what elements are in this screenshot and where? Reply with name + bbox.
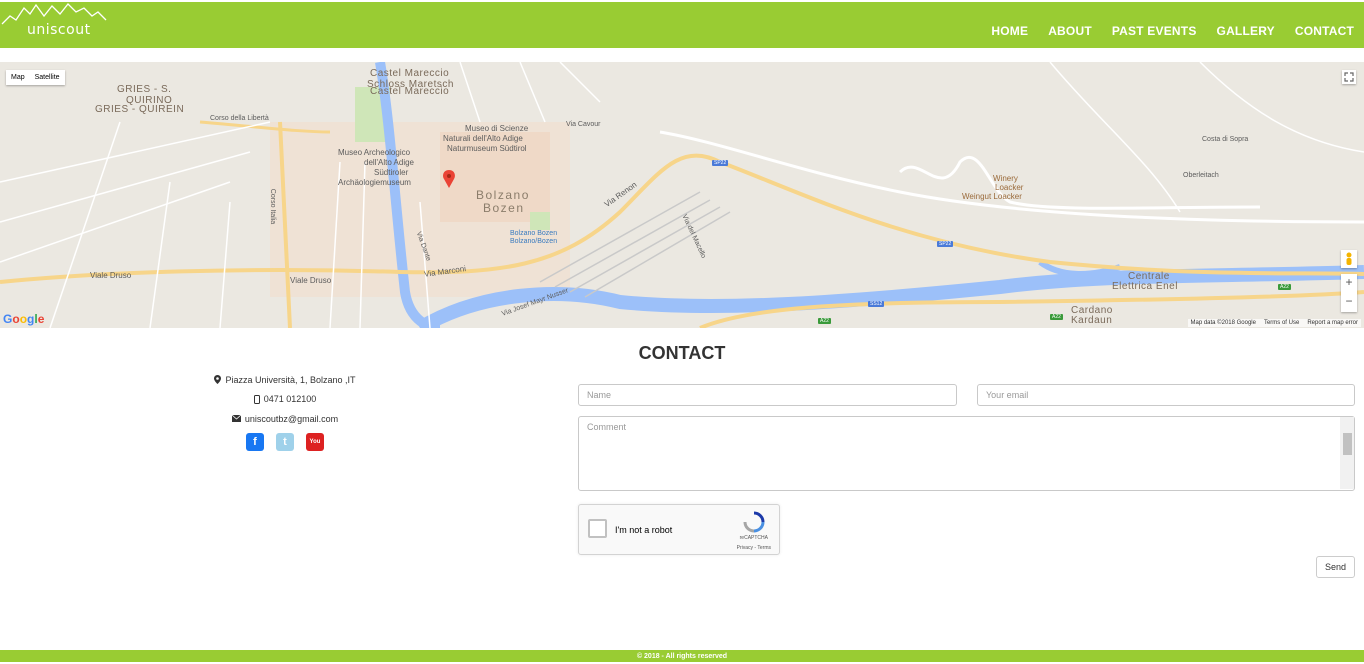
road-badge: A22 xyxy=(818,318,831,324)
youtube-icon[interactable]: You Tube xyxy=(306,432,324,463)
name-input[interactable] xyxy=(578,384,957,406)
envelope-icon xyxy=(231,415,241,423)
phone-line: 0471 012100 xyxy=(180,390,390,410)
mobile-phone-icon xyxy=(253,394,260,404)
road-badge: SP22 xyxy=(937,241,954,247)
map[interactable]: Castel Mareccio Schloss Maretsch Castel … xyxy=(0,62,1364,328)
contact-info: Piazza Università, 1, Bolzano ,IT 0471 0… xyxy=(180,370,390,463)
map-type-control: Map Satellite xyxy=(6,70,65,85)
map-label: Bolzano/Bozen xyxy=(510,238,558,245)
google-logo[interactable]: Google xyxy=(3,312,44,326)
map-type-satellite-button[interactable]: Satellite xyxy=(30,70,65,85)
road-badge: SP22 xyxy=(712,160,729,166)
email-text[interactable]: uniscoutbz@gmail.com xyxy=(245,414,338,424)
road-badge: A22 xyxy=(1050,314,1063,320)
social-links: f t You Tube xyxy=(180,432,390,463)
nav-about[interactable]: ABOUT xyxy=(1048,24,1092,38)
map-label: Museo di Scienze xyxy=(465,124,529,133)
map-label: Viale Druso xyxy=(290,276,332,285)
map-label: Castel Mareccio xyxy=(370,68,450,79)
comment-textarea[interactable] xyxy=(578,416,1355,491)
map-label: Naturmuseum Südtirol xyxy=(447,144,527,153)
contact-title: CONTACT xyxy=(638,343,726,363)
facebook-icon[interactable]: f xyxy=(246,432,264,451)
main-nav: HOME ABOUT PAST EVENTS GALLERY CONTACT xyxy=(971,24,1354,38)
recaptcha-brand-text: reCAPTCHA xyxy=(739,535,768,541)
zoom-out-button[interactable]: − xyxy=(1341,293,1357,312)
address-line: Piazza Università, 1, Bolzano ,IT xyxy=(180,370,390,390)
footer: © 2018 - All rights reserved xyxy=(0,650,1364,662)
report-error-link[interactable]: Report a map error xyxy=(1307,320,1358,326)
map-label: GRIES - QUIREIN xyxy=(95,104,185,115)
recaptcha-label: I'm not a robot xyxy=(615,525,673,535)
nav-past-events[interactable]: PAST EVENTS xyxy=(1112,24,1197,38)
recaptcha-checkbox[interactable] xyxy=(588,519,607,538)
twitter-icon[interactable]: t xyxy=(276,432,294,451)
map-attribution: Map data ©2018 Google Terms of Use Repor… xyxy=(1187,319,1361,327)
nav-contact[interactable]: CONTACT xyxy=(1295,24,1354,38)
map-label: Oberleitach xyxy=(1183,172,1219,179)
fullscreen-icon xyxy=(1344,72,1354,82)
road-badge: SS12 xyxy=(868,301,885,307)
map-data-text: Map data ©2018 Google xyxy=(1190,320,1256,326)
map-label: Naturali dell'Alto Adige xyxy=(443,134,523,143)
map-label: GRIES - S. xyxy=(117,84,172,95)
map-label: Museo Archeologico xyxy=(338,148,411,157)
navbar: uniscout HOME ABOUT PAST EVENTS GALLERY … xyxy=(0,2,1364,48)
nav-home[interactable]: HOME xyxy=(991,24,1028,38)
terms-link[interactable]: Terms of Use xyxy=(1264,320,1299,326)
map-label: Elettrica Enel xyxy=(1112,281,1178,292)
map-label: Via Cavour xyxy=(566,121,601,128)
logo[interactable]: uniscout xyxy=(0,2,110,46)
map-label: Corso della Libertà xyxy=(210,115,269,122)
map-marker-icon xyxy=(214,375,222,385)
map-label: Südtiroler xyxy=(374,168,409,177)
comment-wrapper xyxy=(578,416,1355,491)
map-label: Kardaun xyxy=(1071,315,1113,326)
map-type-map-button[interactable]: Map xyxy=(6,70,30,85)
recaptcha-links[interactable]: Privacy - Terms xyxy=(737,545,771,551)
send-button[interactable]: Send xyxy=(1316,556,1355,578)
map-label: Archäologiemuseum xyxy=(338,178,411,187)
map-label: Costa di Sopra xyxy=(1202,136,1249,143)
email-input[interactable] xyxy=(977,384,1355,406)
fullscreen-button[interactable] xyxy=(1342,70,1356,84)
nav-gallery[interactable]: GALLERY xyxy=(1217,24,1275,38)
map-label: dell'Alto Adige xyxy=(364,158,415,167)
zoom-control: + − xyxy=(1341,274,1357,312)
comment-scrollbar[interactable] xyxy=(1340,417,1354,489)
map-label: Castel Mareccio xyxy=(370,86,450,97)
scrollbar-thumb[interactable] xyxy=(1343,433,1352,455)
map-label: Loacker xyxy=(995,183,1024,192)
address-text: Piazza Università, 1, Bolzano ,IT xyxy=(225,374,356,385)
map-label: Weingut Loacker xyxy=(962,192,1022,201)
road-badge: A22 xyxy=(1278,284,1291,290)
recaptcha-logo-icon xyxy=(743,511,765,533)
street-view-button[interactable] xyxy=(1341,250,1357,268)
email-line: uniscoutbz@gmail.com xyxy=(180,409,390,429)
map-label: Bozen xyxy=(483,201,525,215)
zoom-in-button[interactable]: + xyxy=(1341,274,1357,293)
map-label: Corso Italia xyxy=(269,188,277,225)
map-label: Winery xyxy=(993,174,1018,183)
recaptcha-widget: I'm not a robot reCAPTCHA Privacy - Term… xyxy=(578,504,780,555)
logo-text: uniscout xyxy=(27,22,91,38)
map-label: Viale Druso xyxy=(90,271,132,280)
recaptcha-brand: reCAPTCHA Privacy - Terms xyxy=(737,535,771,551)
phone-text: 0471 012100 xyxy=(263,394,317,405)
pegman-icon xyxy=(1346,252,1352,265)
